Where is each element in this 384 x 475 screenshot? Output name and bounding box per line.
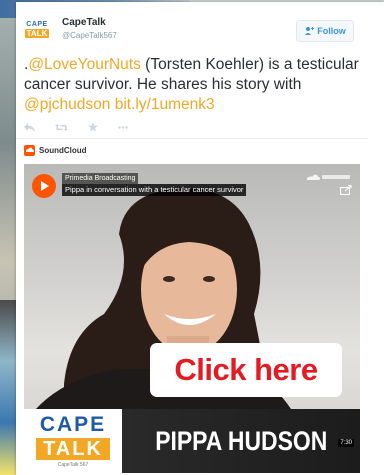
- logo-talk-text: TALK: [36, 438, 110, 460]
- presenter-name-band: PIPPA HUDSON: [122, 409, 360, 473]
- track-artist[interactable]: Primedia Broadcasting: [62, 173, 139, 184]
- mention-pjchudson[interactable]: @pjchudson: [24, 96, 110, 113]
- avatar-line-talk: TALK: [24, 28, 50, 38]
- soundcloud-corner-logo[interactable]: [306, 173, 352, 181]
- track-title[interactable]: Pippa in conversation with a testicular …: [62, 184, 247, 196]
- account-avatar[interactable]: CAPE TALK: [24, 17, 50, 41]
- play-icon: [41, 181, 49, 191]
- soundcloud-icon: [24, 144, 35, 156]
- soundcloud-corner-wordmark: [322, 175, 350, 179]
- tweet-actions: [24, 120, 128, 134]
- reply-icon[interactable]: [24, 122, 35, 132]
- capetalk-logo: CAPE TALK CapeTalk 567: [24, 409, 122, 473]
- tweet-link[interactable]: bit.ly/1umenk3: [115, 96, 215, 113]
- logo-cape-text: CAPE: [39, 413, 107, 436]
- soundcloud-player[interactable]: Primedia Broadcasting Pippa in conversat…: [24, 164, 360, 473]
- mention-loveyournuts[interactable]: @LoveYourNuts: [28, 56, 141, 73]
- follow-label: Follow: [317, 26, 346, 36]
- follow-button[interactable]: Follow: [296, 20, 354, 42]
- soundcloud-attribution[interactable]: SoundCloud: [24, 143, 87, 157]
- account-handle[interactable]: @CapeTalk567: [62, 31, 117, 40]
- add-user-icon: [305, 27, 315, 35]
- share-icon[interactable]: [340, 185, 352, 195]
- favorite-icon[interactable]: [88, 122, 98, 132]
- retweet-icon[interactable]: [55, 123, 68, 132]
- soundcloud-label: SoundCloud: [39, 145, 87, 155]
- click-here-button[interactable]: Click here: [150, 343, 342, 397]
- presenter-name: PIPPA HUDSON: [154, 425, 328, 456]
- logo-subtitle: CapeTalk 567: [57, 462, 89, 468]
- avatar-line-cape: CAPE: [26, 20, 48, 28]
- tweet-header: CAPE TALK CapeTalk @CapeTalk567 Follow: [24, 14, 354, 50]
- more-icon[interactable]: [118, 125, 128, 129]
- play-button[interactable]: [32, 174, 56, 198]
- account-name[interactable]: CapeTalk: [62, 17, 106, 28]
- soundcloud-corner-icon: [307, 174, 320, 180]
- card-divider: [16, 138, 368, 139]
- tweet-text: .@LoveYourNuts (Torsten Koehler) is a te…: [24, 55, 360, 115]
- track-duration: 7:30: [338, 439, 354, 447]
